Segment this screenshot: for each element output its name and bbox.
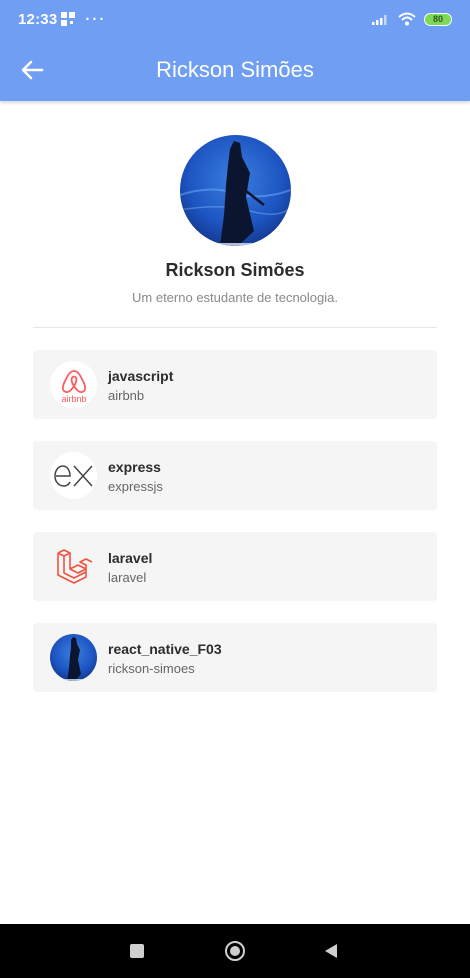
user-avatar-icon <box>50 634 97 681</box>
divider <box>33 327 437 328</box>
signal-icon <box>372 15 387 25</box>
more-dots: ··· <box>85 10 107 28</box>
airbnb-logo-icon: airbnb <box>50 361 97 408</box>
repo-card-javascript[interactable]: airbnb javascript airbnb <box>33 350 437 419</box>
square-icon[interactable] <box>124 938 150 964</box>
status-icons: 80 <box>372 12 452 26</box>
wifi-icon <box>398 12 416 26</box>
profile-avatar <box>180 135 291 246</box>
triangle-back-icon[interactable] <box>318 938 344 964</box>
battery-icon: 80 <box>424 12 452 26</box>
status-time: 12:33 <box>18 10 58 28</box>
page-title: Rickson Simões <box>156 57 314 82</box>
repo-owner: laravel <box>108 570 147 585</box>
circle-home-icon[interactable] <box>222 938 248 964</box>
repo-owner: rickson-simoes <box>108 661 195 676</box>
repo-name: express <box>108 459 161 475</box>
laravel-logo-icon <box>50 543 97 590</box>
repo-card-laravel[interactable]: laravel laravel <box>33 532 437 601</box>
status-bar: 12:33 ··· 80 <box>0 0 470 38</box>
repo-name: laravel <box>108 550 153 566</box>
profile-bio: Um eterno estudante de tecnologia. <box>132 290 338 305</box>
profile-name: Rickson Simões <box>165 260 305 280</box>
repo-name: react_native_F03 <box>108 641 222 657</box>
repo-owner: expressjs <box>108 479 163 494</box>
app-bar: Rickson Simões <box>0 38 470 101</box>
express-logo-icon <box>50 452 97 499</box>
system-nav-bar <box>0 924 470 978</box>
repo-owner: airbnb <box>108 388 145 403</box>
repo-card-react-native[interactable]: react_native_F03 rickson-simoes <box>33 623 437 692</box>
svg-text:airbnb: airbnb <box>61 394 86 404</box>
repo-name: javascript <box>108 368 174 384</box>
qr-icon <box>61 12 76 26</box>
repo-card-express[interactable]: express expressjs <box>33 441 437 510</box>
battery-level: 80 <box>432 14 443 24</box>
